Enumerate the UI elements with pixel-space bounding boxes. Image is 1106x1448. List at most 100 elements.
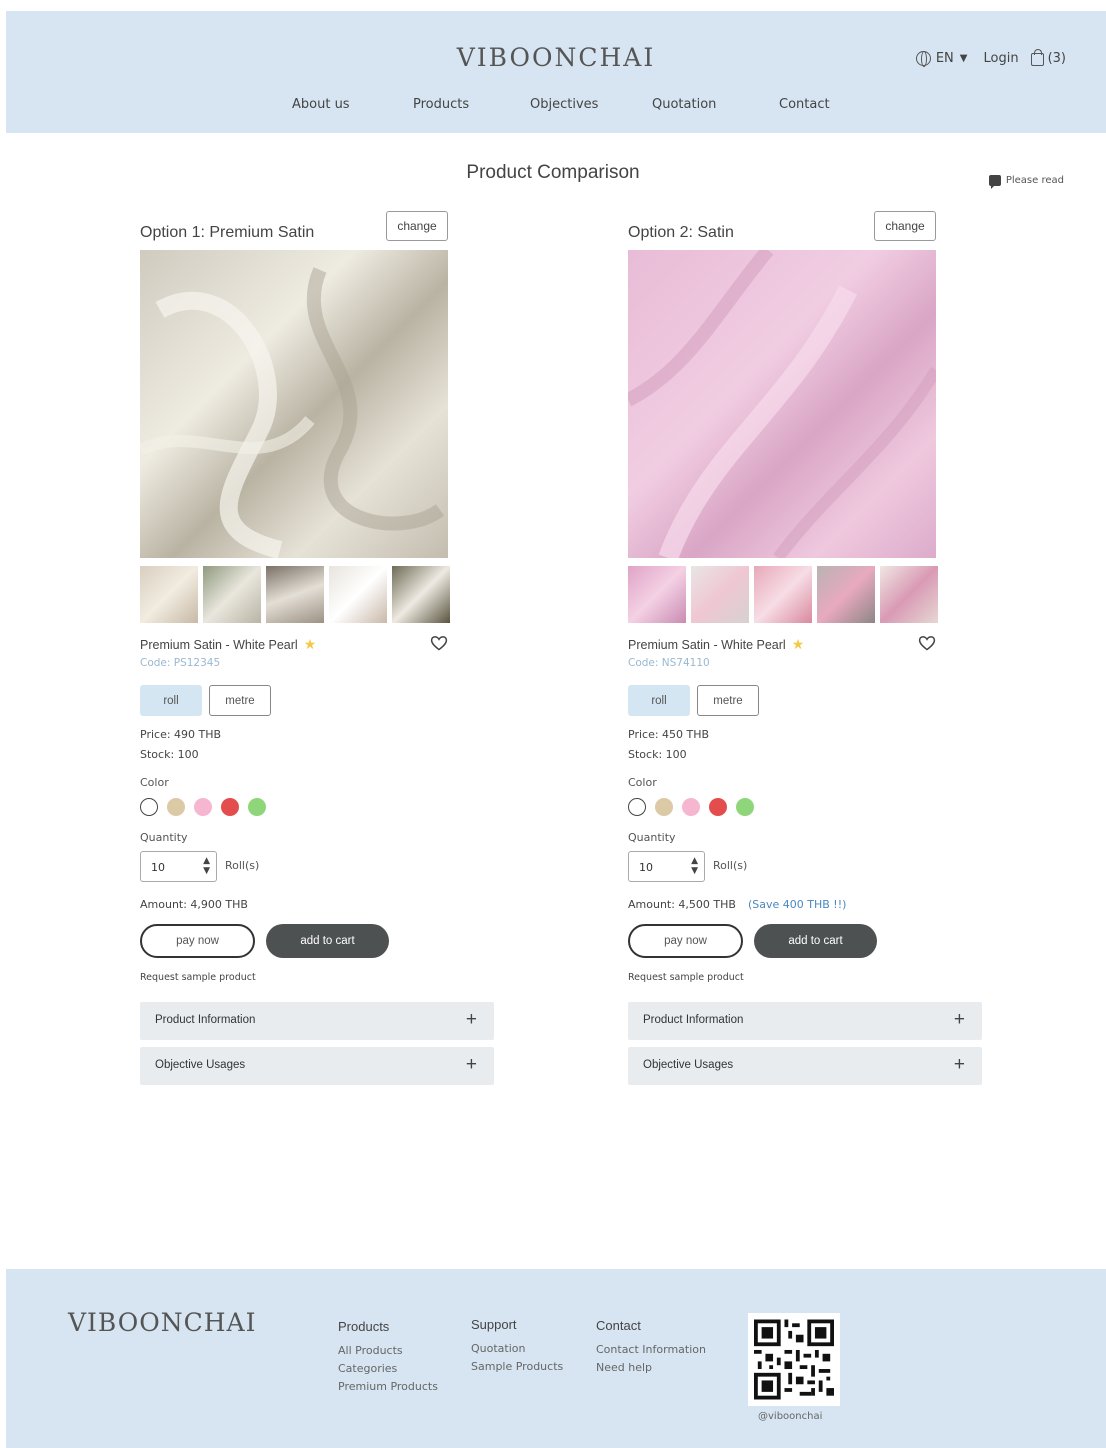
quantity-unit: Roll(s) [225, 859, 260, 872]
nav-quotation[interactable]: Quotation [652, 97, 716, 112]
pay-now-button[interactable]: pay now [628, 924, 743, 958]
social-handle[interactable]: @viboonchai [758, 1411, 822, 1422]
quantity-label: Quantity [628, 831, 676, 844]
quantity-label: Quantity [140, 831, 188, 844]
unit-metre-button[interactable]: metre [697, 685, 759, 716]
color-swatch-red[interactable] [709, 798, 727, 816]
amount: Amount: 4,500 THB (Save 400 THB !!) [628, 898, 846, 911]
page-title: Product Comparison [466, 162, 640, 183]
cart-count: (3) [1047, 50, 1066, 66]
footer-link[interactable]: Contact Information [596, 1343, 706, 1356]
footer-link[interactable]: Categories [338, 1362, 438, 1375]
accordion-objective-usages[interactable]: Objective Usages + [140, 1047, 494, 1085]
thumbnail[interactable] [329, 566, 387, 623]
nav-about[interactable]: About us [292, 97, 350, 112]
product-name-text: Premium Satin - White Pearl [628, 637, 786, 652]
color-swatches [628, 798, 754, 816]
plus-icon: + [465, 1009, 477, 1030]
footer-heading: Products [338, 1319, 390, 1334]
thumbnail-strip [140, 566, 450, 623]
language-label: EN [935, 50, 954, 66]
stock: Stock: 100 [140, 748, 199, 761]
product-code: Code: NS74110 [628, 657, 710, 669]
nav-contact[interactable]: Contact [779, 97, 830, 112]
product-code: Code: PS12345 [140, 657, 221, 669]
language-selector[interactable]: EN ▼ [915, 50, 968, 67]
price: Price: 450 THB [628, 728, 710, 741]
footer-products: Products All Products Categories Premium… [338, 1319, 438, 1398]
color-swatch-beige[interactable] [655, 798, 673, 816]
thumbnail[interactable] [140, 566, 198, 623]
star-icon: ★ [791, 636, 805, 652]
caret-down-icon: ▼ [959, 52, 968, 64]
color-swatch-pink[interactable] [682, 798, 700, 816]
thumbnail[interactable] [880, 566, 938, 623]
thumbnail[interactable] [266, 566, 324, 623]
accordion-objective-usages[interactable]: Objective Usages + [628, 1047, 982, 1085]
login-link[interactable]: Login [984, 51, 1019, 66]
footer-heading: Contact [596, 1318, 641, 1333]
accordion-product-information[interactable]: Product Information + [628, 1002, 982, 1040]
footer-contact: Contact Contact Information Need help [596, 1318, 706, 1379]
thumbnail[interactable] [754, 566, 812, 623]
accordion-product-information[interactable]: Product Information + [140, 1002, 494, 1040]
please-read-link[interactable]: Please read [988, 175, 1064, 189]
unit-metre-button[interactable]: metre [209, 685, 271, 716]
nav-objectives[interactable]: Objectives [530, 97, 598, 112]
header-utilities: EN ▼ Login (3) [915, 49, 1066, 67]
color-label: Color [140, 776, 169, 789]
add-to-cart-button[interactable]: add to cart [754, 924, 877, 958]
heart-icon[interactable] [918, 635, 936, 651]
change-button[interactable]: change [874, 211, 936, 241]
plus-icon: + [953, 1009, 965, 1030]
unit-roll-button[interactable]: roll [628, 685, 690, 716]
footer-support: Support Quotation Sample Products [471, 1317, 563, 1378]
footer-heading: Support [471, 1317, 517, 1332]
thumbnail-strip [628, 566, 938, 623]
product-main-image[interactable] [628, 250, 936, 558]
please-read-label: Please read [1005, 175, 1064, 186]
shopping-bag-icon [1030, 49, 1044, 66]
color-swatch-beige[interactable] [167, 798, 185, 816]
color-swatch-pink[interactable] [194, 798, 212, 816]
unit-roll-button[interactable]: roll [140, 685, 202, 716]
qr-code-icon [754, 1319, 834, 1400]
thumbnail[interactable] [203, 566, 261, 623]
option-title: Option 2: Satin [628, 224, 734, 241]
request-sample-link[interactable]: Request sample product [628, 972, 744, 983]
add-to-cart-button[interactable]: add to cart [266, 924, 389, 958]
stepper-arrows-icon[interactable]: ▲ ▼ [203, 856, 210, 876]
heart-icon[interactable] [430, 635, 448, 651]
quantity-stepper[interactable]: 10 ▲ ▼ [628, 851, 705, 882]
pay-now-button[interactable]: pay now [140, 924, 255, 958]
nav-products[interactable]: Products [413, 97, 469, 112]
footer-link[interactable]: Need help [596, 1361, 706, 1374]
footer-link[interactable]: Sample Products [471, 1360, 563, 1373]
product-name-text: Premium Satin - White Pearl [140, 637, 298, 652]
option-title: Option 1: Premium Satin [140, 224, 315, 241]
color-swatch-white[interactable] [628, 798, 646, 816]
thumbnail[interactable] [817, 566, 875, 623]
footer-link[interactable]: All Products [338, 1344, 438, 1357]
accordion-label: Product Information [155, 1014, 256, 1026]
qr-code [748, 1313, 840, 1406]
cart-button[interactable]: (3) [1030, 49, 1066, 66]
footer-link[interactable]: Quotation [471, 1342, 563, 1355]
quantity-stepper[interactable]: 10 ▲ ▼ [140, 851, 217, 882]
stepper-arrows-icon[interactable]: ▲ ▼ [691, 856, 698, 876]
color-swatch-red[interactable] [221, 798, 239, 816]
color-swatch-white[interactable] [140, 798, 158, 816]
amount-text: Amount: 4,500 THB [628, 898, 736, 911]
plus-icon: + [953, 1054, 965, 1075]
thumbnail[interactable] [691, 566, 749, 623]
color-swatch-green[interactable] [736, 798, 754, 816]
thumbnail[interactable] [392, 566, 450, 623]
thumbnail[interactable] [628, 566, 686, 623]
color-swatch-green[interactable] [248, 798, 266, 816]
change-button[interactable]: change [386, 211, 448, 241]
footer-logo[interactable]: VIBOONCHAI [68, 1308, 257, 1337]
product-main-image[interactable] [140, 250, 448, 558]
footer-link[interactable]: Premium Products [338, 1380, 438, 1393]
accordion-label: Objective Usages [155, 1059, 246, 1071]
request-sample-link[interactable]: Request sample product [140, 972, 256, 983]
